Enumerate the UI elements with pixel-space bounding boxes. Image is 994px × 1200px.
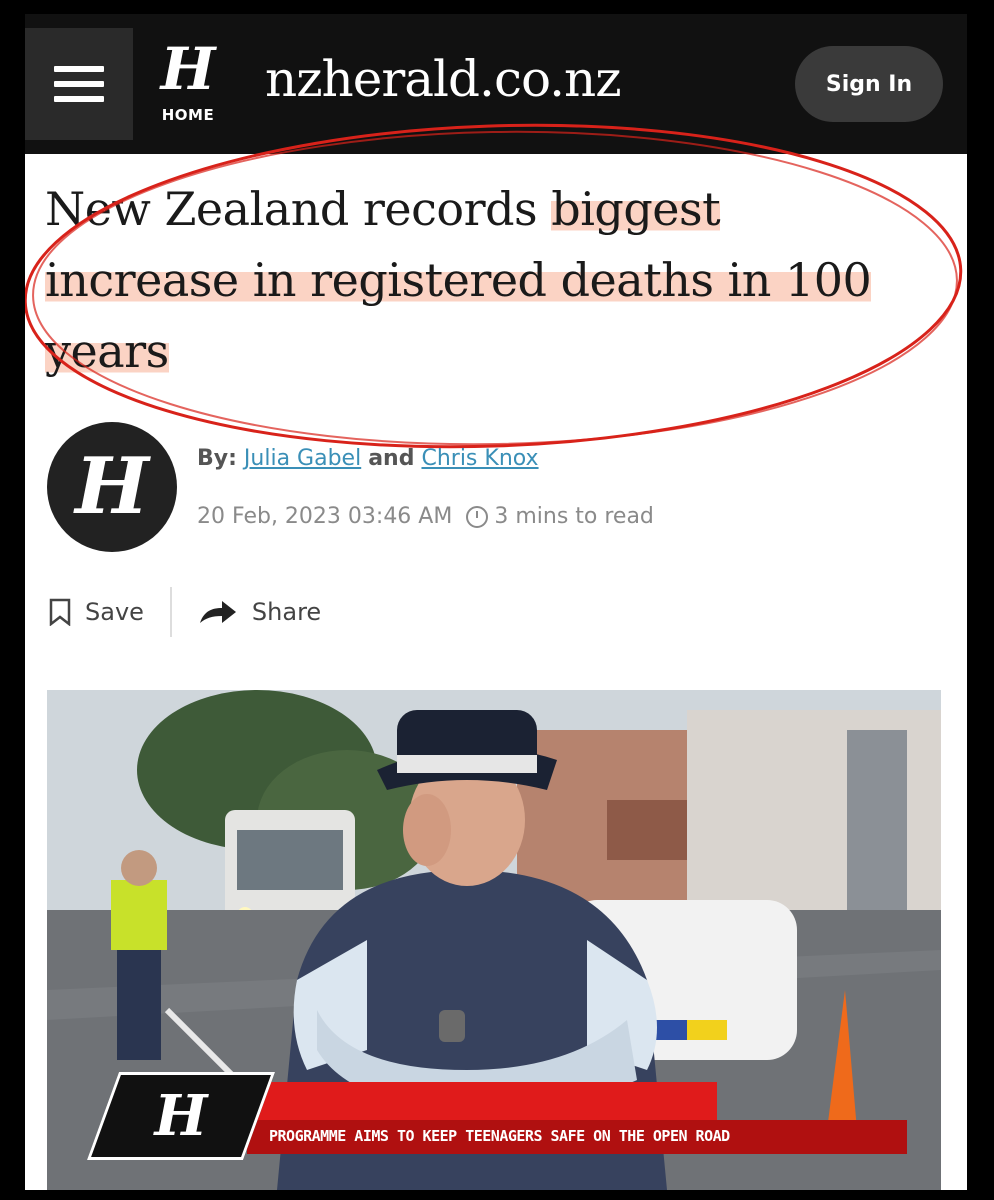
article-video-thumbnail[interactable]: PROGRAMME AIMS TO KEEP TEENAGERS SAFE ON… — [47, 690, 941, 1190]
read-time-label: 3 mins to read — [494, 504, 654, 529]
browser-viewport: H HOME nzherald.co.nz Sign In New Zealan… — [25, 14, 967, 1190]
menu-button[interactable] — [25, 28, 133, 140]
share-button[interactable]: Share — [198, 598, 321, 626]
save-button[interactable]: Save — [49, 598, 144, 626]
herald-logo-badge: H — [86, 1072, 276, 1160]
byline: By: Julia Gabel and Chris Knox — [197, 446, 539, 471]
hamburger-menu-icon — [54, 66, 104, 72]
article-meta: 20 Feb, 2023 03:46 AM 3 mins to read — [197, 504, 654, 529]
bookmark-icon — [49, 598, 71, 626]
sign-in-button[interactable]: Sign In — [795, 46, 943, 122]
author-link-chris-knox[interactable]: Chris Knox — [421, 446, 538, 471]
headline-text: New Zealand records — [45, 182, 552, 236]
divider — [169, 587, 172, 637]
headline-highlight: biggest — [551, 182, 721, 236]
publish-date: 20 Feb, 2023 03:46 AM — [197, 504, 453, 529]
author-avatar[interactable]: H — [47, 422, 177, 552]
headline-highlight: years — [45, 324, 169, 378]
save-label: Save — [85, 598, 144, 626]
herald-logo-icon: H — [154, 1083, 208, 1149]
byline-and: and — [368, 446, 415, 471]
article-actions: Save Share — [49, 586, 321, 638]
read-time: 3 mins to read — [466, 504, 654, 529]
byline-prefix: By: — [197, 446, 237, 471]
site-header: H HOME nzherald.co.nz Sign In — [25, 14, 967, 154]
herald-logo-icon: H — [160, 35, 216, 103]
home-logo-link[interactable]: H HOME — [153, 34, 223, 134]
news-banner — [247, 1082, 717, 1120]
share-arrow-icon — [199, 601, 236, 623]
home-label: HOME — [161, 106, 215, 124]
share-label: Share — [251, 598, 322, 626]
video-caption: PROGRAMME AIMS TO KEEP TEENAGERS SAFE ON… — [269, 1127, 730, 1145]
clock-icon — [466, 505, 489, 528]
headline-highlight: increase in registered deaths in 100 — [45, 253, 872, 307]
article-headline: New Zealand records biggest increase in … — [45, 174, 945, 387]
author-link-julia-gabel[interactable]: Julia Gabel — [244, 446, 361, 471]
site-name: nzherald.co.nz — [265, 50, 622, 108]
